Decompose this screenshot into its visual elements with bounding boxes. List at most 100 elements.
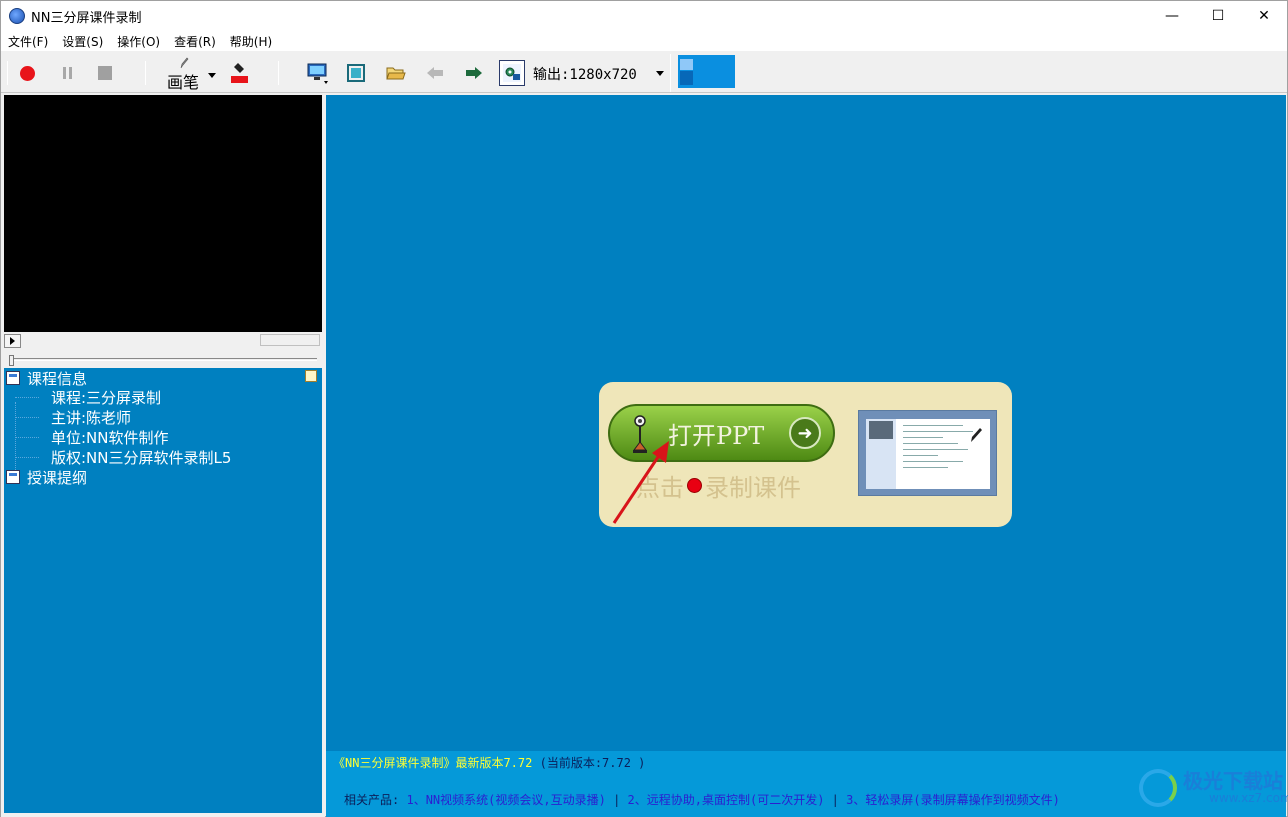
window-title: NN三分屏课件录制 xyxy=(31,10,142,26)
record-dot-icon[interactable] xyxy=(687,478,702,493)
product-link-video-system[interactable]: 1、NN视频系统(视频会议,互动录播) xyxy=(406,793,605,807)
product-divider: | xyxy=(831,793,839,807)
course-tree: 课程信息 课程:三分屏录制 主讲:陈老师 单位:NN软件制作 版权:NN三分屏软… xyxy=(4,368,322,813)
tree-item-organization[interactable]: 单位:NN软件制作 xyxy=(51,427,169,447)
pencil-icon xyxy=(971,428,982,442)
menu-operate[interactable]: 操作(O) xyxy=(110,33,167,50)
preview-video xyxy=(869,421,893,439)
record-hint-prefix: 点击 xyxy=(636,474,684,502)
slider-track xyxy=(9,358,317,361)
open-ppt-label: 打开PPT xyxy=(668,422,765,450)
toolbar-separator xyxy=(278,61,279,85)
layout-preview-thumbnail[interactable] xyxy=(858,410,997,496)
toolbar-separator xyxy=(7,61,8,85)
preview-text-line xyxy=(903,425,963,426)
edit-icon[interactable] xyxy=(305,370,317,382)
preview-text-line xyxy=(903,431,973,432)
version-info: 《NN三分屏课件录制》最新版本7.72 (当前版本:7.72 ) xyxy=(333,754,645,771)
menu-bar: 文件(F) 设置(S) 操作(O) 查看(R) 帮助(H) xyxy=(1,31,1287,51)
layout-thumb-tree xyxy=(680,71,693,85)
app-icon xyxy=(9,8,25,24)
open-ppt-button[interactable]: 打开PPT ➜ xyxy=(608,404,835,462)
toolbar-separator xyxy=(670,54,671,92)
related-products: 相关产品: 1、NN视频系统(视频会议,互动录播) | 2、远程协助,桌面控制(… xyxy=(344,791,1060,808)
stop-button[interactable] xyxy=(93,62,117,84)
tree-node-outline[interactable]: 授课提纲 xyxy=(6,467,87,487)
toolbar: 画笔 输出:1280x720 xyxy=(1,52,1287,93)
fullscreen-icon xyxy=(347,64,365,82)
pause-button[interactable] xyxy=(55,62,79,84)
layout-thumb-video xyxy=(680,59,693,70)
arrow-right-icon xyxy=(466,67,482,79)
record-icon xyxy=(19,65,35,81)
watermark: 极光下载站 www.xz7.com xyxy=(1139,765,1288,809)
maximize-button[interactable]: ☐ xyxy=(1195,1,1241,31)
preview-text-line xyxy=(903,467,948,468)
fullscreen-button[interactable] xyxy=(344,61,368,85)
folder-icon xyxy=(6,371,20,385)
watermark-url: www.xz7.com xyxy=(1209,791,1288,805)
tree-item-speaker[interactable]: 主讲:陈老师 xyxy=(51,407,131,427)
preview-text-line xyxy=(903,449,968,450)
microphone-icon xyxy=(633,415,647,453)
window-controls: — ☐ ✕ xyxy=(1149,1,1287,31)
record-button[interactable] xyxy=(15,62,39,84)
preview-text-line xyxy=(903,443,958,444)
latest-version-text: 《NN三分屏课件录制》最新版本7.72 xyxy=(333,756,533,770)
output-dropdown-button[interactable] xyxy=(651,64,669,82)
tree-branch xyxy=(15,457,39,458)
left-panel: 课程信息 课程:三分屏录制 主讲:陈老师 单位:NN软件制作 版权:NN三分屏软… xyxy=(1,93,325,817)
slider-thumb[interactable] xyxy=(9,355,14,366)
record-hint-suffix: 录制课件 xyxy=(705,474,801,502)
screen-capture-button[interactable] xyxy=(305,60,331,86)
settings-icon xyxy=(503,64,521,82)
slide-stage: 打开PPT ➜ 点击 录制课件 xyxy=(326,95,1286,751)
open-folder-button[interactable] xyxy=(384,61,408,85)
preview-text-line xyxy=(903,461,963,462)
product-link-remote-assist[interactable]: 2、远程协助,桌面控制(可二次开发) xyxy=(628,793,825,807)
menu-file[interactable]: 文件(F) xyxy=(1,33,55,50)
arrow-left-icon xyxy=(427,67,443,79)
play-button[interactable] xyxy=(4,333,21,348)
menu-view[interactable]: 查看(R) xyxy=(167,33,223,50)
tree-node-label: 授课提纲 xyxy=(27,468,88,487)
tree-item-label: 单位:NN软件制作 xyxy=(51,428,169,447)
menu-settings[interactable]: 设置(S) xyxy=(55,33,110,50)
related-products-label: 相关产品: xyxy=(344,793,400,807)
tree-node-label: 课程信息 xyxy=(27,369,88,388)
output-resolution-label: 输出:1280x720 xyxy=(533,67,637,83)
tree-item-label: 版权:NN三分屏软件录制L5 xyxy=(51,448,232,467)
watermark-logo xyxy=(1139,769,1177,807)
pen-button[interactable]: 画笔 xyxy=(165,56,221,92)
app-window: NN三分屏课件录制 — ☐ ✕ 文件(F) 设置(S) 操作(O) 查看(R) … xyxy=(0,0,1288,817)
pencil-icon xyxy=(180,57,189,69)
product-link-screen-record[interactable]: 3、轻松录屏(录制屏幕操作到视频文件) xyxy=(846,793,1060,807)
tree-branch xyxy=(15,417,39,418)
progress-slider[interactable] xyxy=(9,355,317,367)
current-version-text: (当前版本:7.72 ) xyxy=(539,756,646,770)
watermark-text: 极光下载站 xyxy=(1183,769,1283,793)
toolbar-separator xyxy=(145,61,146,85)
tree-item-copyright[interactable]: 版权:NN三分屏软件录制L5 xyxy=(51,447,231,467)
tree-branch xyxy=(15,397,39,398)
marker-icon xyxy=(231,63,248,83)
previous-button[interactable] xyxy=(423,61,447,85)
start-card: 打开PPT ➜ 点击 录制课件 xyxy=(599,382,1012,527)
close-button[interactable]: ✕ xyxy=(1241,1,1287,31)
minimize-button[interactable]: — xyxy=(1149,1,1195,31)
preview-text-line xyxy=(903,455,938,456)
pause-icon xyxy=(62,67,72,79)
next-button[interactable] xyxy=(462,61,486,85)
tree-item-course[interactable]: 课程:三分屏录制 xyxy=(51,387,161,407)
time-display xyxy=(260,334,320,346)
menu-help[interactable]: 帮助(H) xyxy=(223,33,279,50)
tree-node-course-info[interactable]: 课程信息 xyxy=(6,368,87,388)
output-settings-button[interactable] xyxy=(499,60,525,86)
video-controls xyxy=(4,333,322,348)
pen-label: 画笔 xyxy=(167,73,200,92)
tree-item-label: 课程:三分屏录制 xyxy=(51,388,162,407)
layout-switch-button[interactable] xyxy=(678,55,735,88)
eraser-color-button[interactable] xyxy=(227,60,251,86)
preview-text-line xyxy=(903,437,943,438)
stop-icon xyxy=(98,66,112,80)
